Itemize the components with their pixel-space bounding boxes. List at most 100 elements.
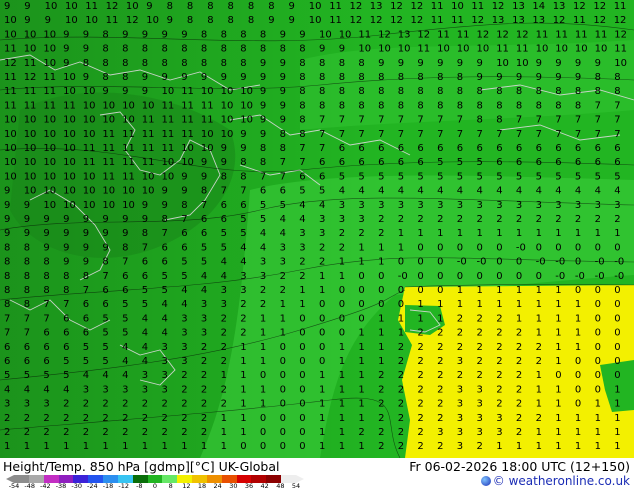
value-label: 1 (437, 313, 443, 324)
value-label: 0 (614, 285, 620, 296)
value-label: 12 (417, 29, 430, 40)
value-label: 10 (201, 129, 214, 140)
value-label: 2 (516, 370, 522, 381)
value-label: 2 (457, 370, 463, 381)
value-label: 2 (142, 427, 148, 438)
value-label: 1 (555, 285, 561, 296)
value-label: 5 (299, 186, 305, 197)
value-label: 11 (102, 171, 115, 182)
value-label: 8 (187, 15, 193, 26)
value-label: 10 (319, 29, 332, 40)
value-label: 1 (339, 271, 345, 282)
value-label: 1 (536, 370, 542, 381)
site-credit[interactable]: © weatheronline.co.uk (480, 474, 630, 489)
value-label: 2 (102, 399, 108, 410)
value-label: 10 (378, 44, 391, 55)
value-label: 3 (378, 200, 384, 211)
value-label: 2 (477, 328, 483, 339)
value-label: 12 (573, 1, 586, 12)
value-label: 9 (536, 72, 542, 83)
legend-tick-label: 48 (276, 482, 285, 490)
value-label: 2 (496, 399, 502, 410)
value-label: 9 (417, 58, 423, 69)
value-label: 6 (378, 143, 384, 154)
value-label: 11 (181, 100, 194, 111)
value-label: 0 (575, 399, 581, 410)
value-label: 9 (43, 228, 49, 239)
value-label: 6 (240, 200, 246, 211)
value-label: 1 (358, 413, 364, 424)
value-label: 1 (339, 427, 345, 438)
value-label: 8 (595, 86, 601, 97)
value-label: 9 (122, 86, 128, 97)
value-label: 2 (378, 214, 384, 225)
value-label: 5 (221, 242, 227, 253)
value-label: 1 (142, 441, 148, 452)
value-label: 5 (83, 342, 89, 353)
value-label: 2 (614, 214, 620, 225)
value-label: 1 (280, 313, 286, 324)
map-title: Height/Temp. 850 hPa [gdmp][°C] UK-Globa… (3, 459, 280, 474)
value-label: 7 (457, 115, 463, 126)
value-label: 2 (181, 427, 187, 438)
value-label: 2 (378, 427, 384, 438)
value-label: 3 (595, 200, 601, 211)
value-label: 9 (142, 214, 148, 225)
value-label: 12 (350, 15, 363, 26)
value-label: 9 (378, 58, 384, 69)
value-label: 8 (555, 86, 561, 97)
value-label: 10 (83, 129, 96, 140)
value-label: 6 (595, 157, 601, 168)
value-label: 1 (536, 313, 542, 324)
value-label: 5 (181, 271, 187, 282)
value-label: 4 (299, 200, 305, 211)
value-label: 6 (83, 328, 89, 339)
value-label: 8 (299, 100, 305, 111)
legend-tick-label: 30 (229, 482, 238, 490)
value-label: 8 (299, 86, 305, 97)
value-label: 10 (24, 29, 37, 40)
value-label: 9 (24, 214, 30, 225)
value-label: 8 (378, 72, 384, 83)
value-label: 2 (516, 399, 522, 410)
value-label: 10 (43, 171, 56, 182)
value-label: 1 (122, 441, 128, 452)
value-label: 9 (162, 29, 168, 40)
value-label: 2 (496, 356, 502, 367)
value-label: 0 (496, 271, 502, 282)
value-label: 1 (339, 356, 345, 367)
value-label: 10 (43, 58, 56, 69)
value-label: 3 (358, 214, 364, 225)
value-label: 6 (63, 313, 69, 324)
value-label: 9 (268, 15, 274, 26)
value-label: 4 (122, 356, 128, 367)
value-label: 10 (122, 186, 135, 197)
value-label: 11 (329, 15, 342, 26)
value-label: 2 (496, 328, 502, 339)
value-label: 3 (24, 399, 30, 410)
value-label: 5 (595, 171, 601, 182)
value-label: 9 (280, 29, 286, 40)
value-label: 4 (142, 328, 148, 339)
value-label: 8 (24, 242, 30, 253)
value-label: 9 (516, 72, 522, 83)
value-label: 10 (4, 157, 17, 168)
value-label: 9 (83, 72, 89, 83)
value-label: 1 (378, 342, 384, 353)
value-label: 8 (437, 86, 443, 97)
value-label: 1 (595, 399, 601, 410)
value-label: 1 (221, 413, 227, 424)
value-label: 11 (4, 44, 17, 55)
value-label: 1 (595, 228, 601, 239)
value-label: 8 (181, 200, 187, 211)
value-label: 0 (575, 384, 581, 395)
value-label: 11 (24, 86, 37, 97)
value-label: 0 (516, 257, 522, 268)
value-label: 10 (63, 129, 76, 140)
value-label: 6 (536, 157, 542, 168)
value-label: 1 (181, 441, 187, 452)
value-label: 1 (536, 384, 542, 395)
value-label: 8 (358, 86, 364, 97)
value-label: 2 (516, 384, 522, 395)
value-label: 7 (536, 129, 542, 140)
